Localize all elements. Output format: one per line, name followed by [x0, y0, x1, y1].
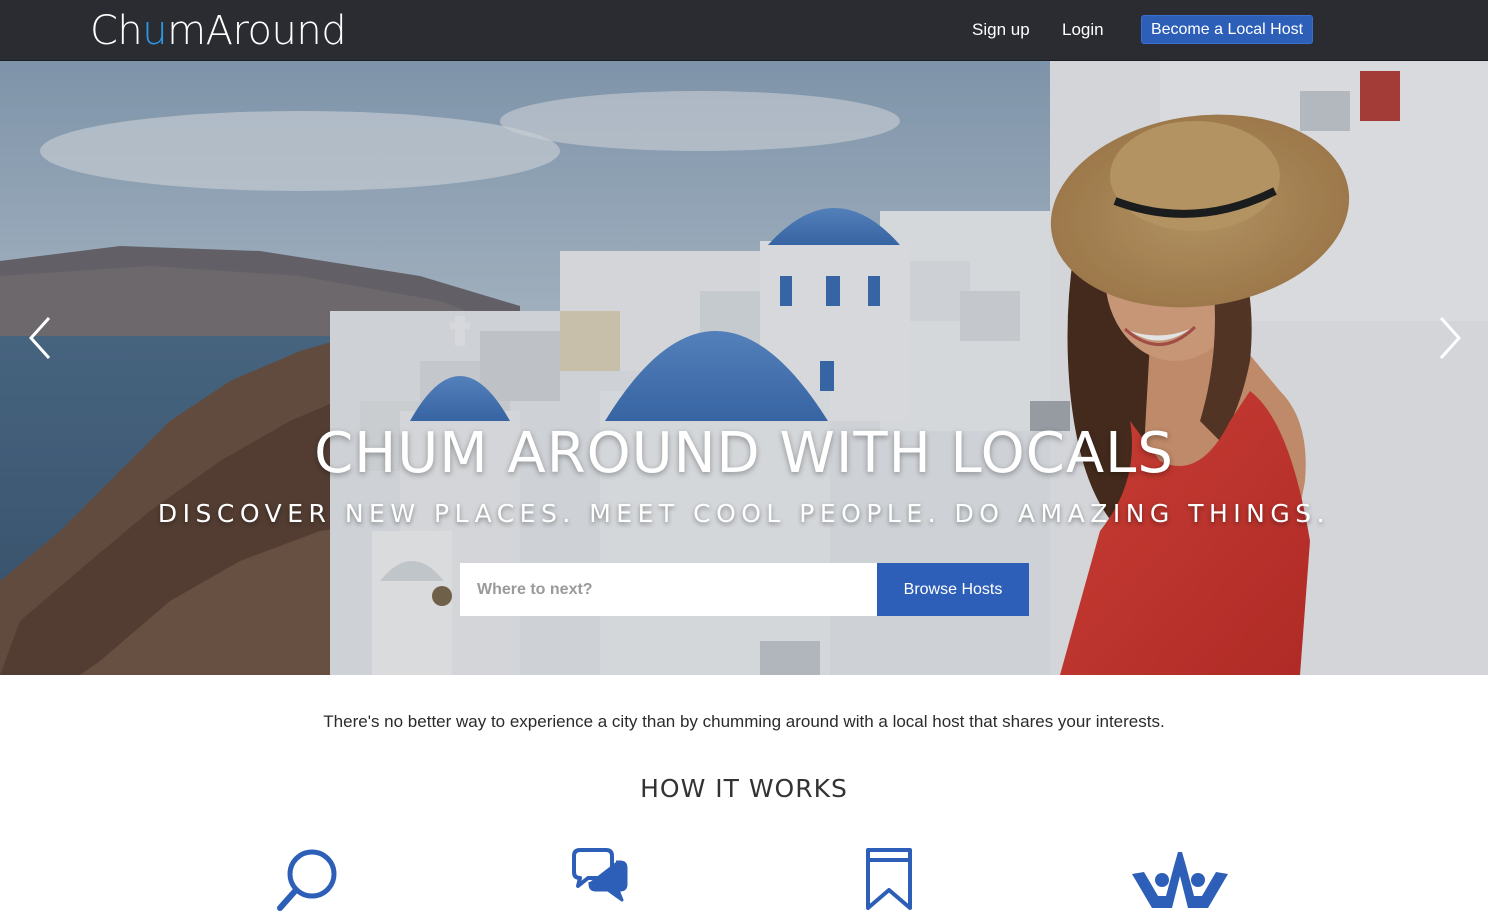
people-celebrate-icon [1132, 852, 1228, 908]
how-it-works-heading: HOW IT WORKS [640, 774, 848, 803]
carousel-prev-button[interactable] [20, 316, 60, 360]
become-local-host-button[interactable]: Become a Local Host [1141, 15, 1313, 44]
logo-text-prefix: Ch [90, 8, 143, 54]
hero-carousel: CHUM AROUND WITH LOCALS DISCOVER NEW PLA… [0, 61, 1488, 675]
hero-subtitle: DISCOVER NEW PLACES. MEET COOL PEOPLE. D… [157, 499, 1331, 528]
search-icon [277, 849, 337, 911]
hero-title: CHUM AROUND WITH LOCALS [314, 421, 1174, 486]
signup-link[interactable]: Sign up [972, 19, 1030, 41]
chumaround-logo[interactable]: Ch u mAround [90, 5, 347, 57]
login-link[interactable]: Login [1062, 19, 1104, 41]
carousel-next-button[interactable] [1430, 316, 1470, 360]
logo-smile-u: u [142, 8, 168, 54]
chevron-left-icon [28, 316, 51, 360]
chat-bubbles-icon [572, 848, 628, 902]
intro-text: There's no better way to experience a ci… [323, 712, 1165, 731]
bookmark-icon [866, 848, 912, 910]
destination-search-input[interactable] [460, 563, 878, 616]
logo-text-suffix: mAround [167, 8, 347, 54]
top-navbar: Ch u mAround Sign up Login Become a Local … [0, 0, 1488, 61]
browse-hosts-button[interactable]: Browse Hosts [877, 563, 1029, 616]
chevron-right-icon [1439, 316, 1462, 360]
